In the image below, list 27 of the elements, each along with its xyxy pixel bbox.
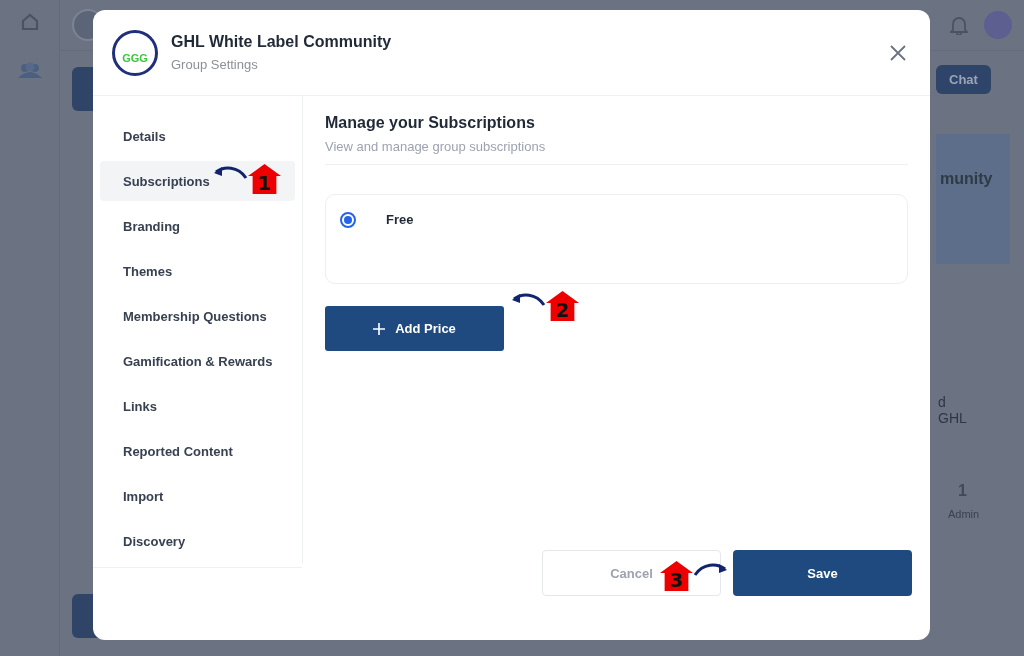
settings-menu-item[interactable]: Branding: [100, 206, 295, 246]
settings-menu-item[interactable]: Reported Content: [100, 431, 295, 471]
settings-menu-item[interactable]: Themes: [100, 251, 295, 291]
dialog-subtitle: Group Settings: [171, 57, 259, 72]
settings-menu-item[interactable]: Links: [100, 386, 295, 426]
chat-button[interactable]: Chat: [936, 65, 991, 94]
plus-icon: [373, 322, 386, 335]
section-title: Manage your Subscriptions: [325, 114, 536, 132]
group-logo: GGG: [112, 29, 158, 76]
settings-menu-item[interactable]: Import: [100, 476, 295, 516]
pointer-arrow: [510, 291, 546, 307]
settings-menu-item[interactable]: Gamification & Rewards: [100, 341, 295, 381]
plan-card[interactable]: Free: [325, 194, 908, 284]
add-price-button[interactable]: Add Price: [325, 306, 504, 351]
save-button[interactable]: Save: [733, 550, 912, 596]
about-text: d: [938, 394, 947, 410]
dialog-title: GHL White Label Community: [171, 33, 393, 51]
plan-name: Free: [386, 212, 414, 227]
plan-radio[interactable]: [340, 212, 356, 228]
pointer-arrow: [212, 164, 248, 180]
about-text: GHL: [938, 410, 968, 426]
settings-menu-item[interactable]: Details: [100, 116, 295, 156]
section-subtitle: View and manage group subscriptions: [325, 139, 547, 154]
pointer-arrow: [693, 561, 729, 577]
settings-menu-item[interactable]: Membership Questions: [100, 296, 295, 336]
banner-title: munity: [940, 170, 993, 187]
settings-menu-item[interactable]: Discovery: [100, 521, 295, 561]
